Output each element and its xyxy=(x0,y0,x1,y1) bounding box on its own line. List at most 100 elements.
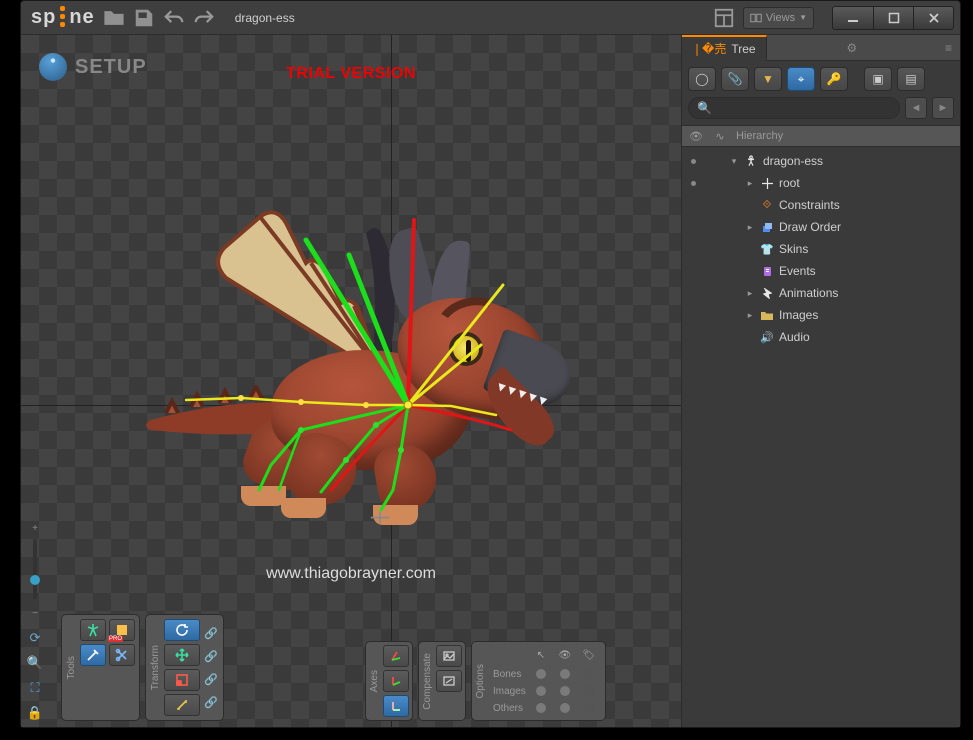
disclosure-icon[interactable] xyxy=(745,288,755,299)
views-label: Views xyxy=(766,12,795,24)
zoom-slider[interactable] xyxy=(33,539,37,599)
tab-tree[interactable]: ❘�売 Tree xyxy=(682,35,767,61)
eye-icon: 👁 xyxy=(556,649,574,663)
collapse-all-icon[interactable]: ▤ xyxy=(897,67,925,91)
axes-label: Axes xyxy=(369,669,380,693)
filter-circle[interactable]: ◯ xyxy=(688,67,716,91)
tree-node[interactable]: Draw Order xyxy=(682,216,960,238)
prune-tool[interactable] xyxy=(109,644,135,666)
search-icon[interactable]: 🔍 xyxy=(25,653,45,673)
create-tool[interactable] xyxy=(80,644,106,666)
filter-funnel-icon[interactable]: ▼ xyxy=(754,67,782,91)
chain-icon[interactable]: 🔗 xyxy=(203,623,219,643)
character-dragon[interactable]: ▼▼▼▼▼ xyxy=(151,190,581,530)
redo-icon[interactable] xyxy=(193,7,215,29)
tree-view[interactable]: dragon-ess root ⟐ConstraintsDraw Order👕Ski… xyxy=(682,147,960,727)
compensate-panel: Compensate xyxy=(418,641,466,721)
tools-panel: Tools PRO xyxy=(61,614,140,721)
chain-icon[interactable]: 🔗 xyxy=(203,669,219,689)
views-dropdown[interactable]: Views ▼ xyxy=(743,7,814,29)
node-label: root xyxy=(779,176,800,190)
maximize-button[interactable] xyxy=(873,7,913,29)
search-input[interactable]: 🔍 xyxy=(688,97,900,119)
disclosure-icon[interactable] xyxy=(729,156,739,167)
sliders-icon[interactable]: ⚙ xyxy=(838,41,865,55)
option-toggle[interactable] xyxy=(536,669,546,679)
disclosure-icon[interactable] xyxy=(745,178,755,189)
options-row-label: Bones xyxy=(493,669,526,680)
node-label: Audio xyxy=(779,330,810,344)
pose-tool[interactable] xyxy=(80,619,106,641)
compensate-image[interactable] xyxy=(436,645,462,667)
node-label: dragon-ess xyxy=(763,154,823,168)
hierarchy-label: Hierarchy xyxy=(736,130,783,142)
hierarchy-header: 👁 ∿ Hierarchy xyxy=(682,125,960,147)
tree-node[interactable]: Animations xyxy=(682,282,960,304)
weights-tool[interactable]: PRO xyxy=(109,619,135,641)
tree-node[interactable]: Images xyxy=(682,304,960,326)
option-toggle[interactable] xyxy=(560,686,570,696)
viewport[interactable]: SETUP TRIAL VERSION xyxy=(21,35,682,727)
rotate-tool[interactable] xyxy=(164,619,200,641)
fit-view-icon[interactable]: ⛶ xyxy=(25,678,45,698)
expand-all-icon[interactable]: ▣ xyxy=(864,67,892,91)
tree-node[interactable]: 👕Skins xyxy=(682,238,960,260)
layout-icon[interactable] xyxy=(713,7,735,29)
skeleton-overlay xyxy=(151,190,581,530)
panel-menu-icon[interactable]: ≡ xyxy=(937,41,960,55)
close-button[interactable] xyxy=(913,7,953,29)
node-icon xyxy=(744,155,758,167)
axes-panel: Axes xyxy=(365,641,413,721)
undo-icon[interactable] xyxy=(163,7,185,29)
option-toggle[interactable] xyxy=(560,669,570,679)
next-icon[interactable]: ► xyxy=(932,97,954,119)
link-icon: ∿ xyxy=(712,130,728,143)
translate-tool[interactable] xyxy=(164,644,200,666)
axes-local[interactable] xyxy=(383,645,409,667)
option-toggle[interactable] xyxy=(536,686,546,696)
visibility-dot[interactable] xyxy=(686,159,700,164)
disclosure-icon[interactable] xyxy=(745,222,755,233)
tree-node[interactable]: ⟐Constraints xyxy=(682,194,960,216)
filter-focus-icon[interactable]: ⌖ xyxy=(787,67,815,91)
filter-key-icon[interactable]: 🔑 xyxy=(820,67,848,91)
toolbar-bottom-left: Tools PRO Transform xyxy=(61,614,224,721)
option-toggle[interactable] xyxy=(560,703,570,713)
tree-node[interactable]: Events xyxy=(682,260,960,282)
chain-icon[interactable]: 🔗 xyxy=(203,646,219,666)
axes-parent[interactable] xyxy=(383,670,409,692)
node-label: Constraints xyxy=(779,198,840,212)
tree-node[interactable]: 🔊Audio xyxy=(682,326,960,348)
options-row-label: Others xyxy=(493,703,526,714)
visibility-dot[interactable] xyxy=(686,181,700,186)
open-icon[interactable] xyxy=(103,7,125,29)
option-toggle[interactable] xyxy=(584,669,594,679)
disclosure-icon[interactable] xyxy=(745,310,755,321)
window-controls xyxy=(832,6,954,30)
tree-node[interactable]: dragon-ess xyxy=(682,150,960,172)
scale-tool[interactable] xyxy=(164,669,200,691)
magnifier-icon: 🔍 xyxy=(697,101,712,115)
eye-icon: 👁 xyxy=(688,130,704,143)
node-icon xyxy=(760,178,774,189)
option-toggle[interactable] xyxy=(584,686,594,696)
option-toggle[interactable] xyxy=(584,703,594,713)
compensate-label: Compensate xyxy=(422,652,433,711)
tree-node[interactable]: root xyxy=(682,172,960,194)
save-icon[interactable] xyxy=(133,7,155,29)
compensate-bone[interactable] xyxy=(436,670,462,692)
shear-tool[interactable] xyxy=(164,694,200,716)
node-icon xyxy=(760,288,774,299)
prev-icon[interactable]: ◄ xyxy=(905,97,927,119)
origin-gizmo: ━╋━ xyxy=(371,513,389,524)
option-toggle[interactable] xyxy=(536,703,546,713)
chain-icon[interactable]: 🔗 xyxy=(203,692,219,712)
toolbar-bottom-right: Axes Compensate Options xyxy=(365,641,606,721)
app-window: spne dragon-ess Views ▼ S xyxy=(20,0,961,728)
zoom-reset-icon[interactable]: ⟳ xyxy=(25,628,45,648)
minimize-button[interactable] xyxy=(833,7,873,29)
tools-label: Tools xyxy=(66,655,77,680)
lock-icon[interactable]: 🔒 xyxy=(25,703,45,723)
axes-world[interactable] xyxy=(383,695,409,717)
filter-attachment[interactable]: 📎 xyxy=(721,67,749,91)
